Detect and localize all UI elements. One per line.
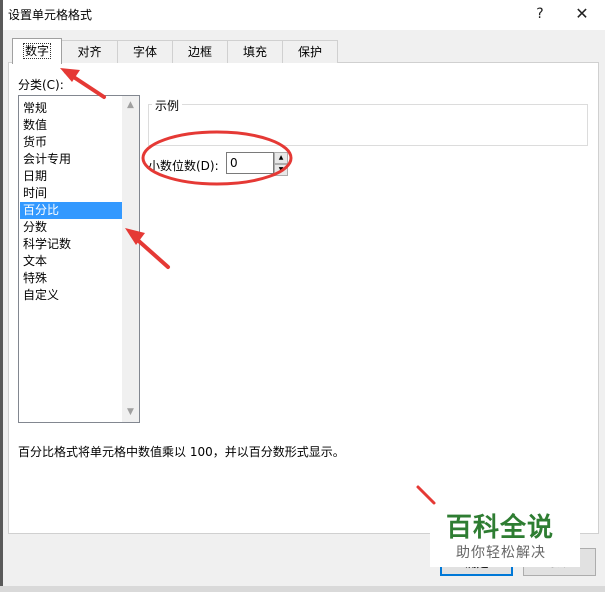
watermark-logo: 百科全说 助你轻松解决: [430, 505, 580, 567]
decimal-places-spinner[interactable]: ▲ ▼: [274, 152, 288, 176]
category-label: 分类(C):: [18, 78, 64, 92]
tab-fill[interactable]: 填充: [227, 40, 283, 63]
tab-border[interactable]: 边框: [172, 40, 228, 63]
decimal-places-input[interactable]: 0: [226, 152, 274, 174]
category-item[interactable]: 分数: [20, 219, 122, 236]
category-item[interactable]: 时间: [20, 185, 122, 202]
sample-label: 示例: [152, 97, 183, 114]
spin-down-icon[interactable]: ▼: [274, 164, 288, 176]
sample-box: [148, 104, 588, 146]
category-listbox[interactable]: 常规 数值 货币 会计专用 日期 时间 百分比 分数 科学记数 文本 特殊 自定义 ▲ ▼: [18, 95, 140, 423]
category-item[interactable]: 科学记数: [20, 236, 122, 253]
category-item[interactable]: 会计专用: [20, 151, 122, 168]
tab-font[interactable]: 字体: [117, 40, 173, 63]
spin-up-icon[interactable]: ▲: [274, 152, 288, 164]
watermark-main-text: 百科全说: [446, 513, 555, 543]
tab-protection[interactable]: 保护: [282, 40, 338, 63]
title-bar: 设置单元格格式 ? ✕: [3, 0, 605, 30]
background-edge: [0, 0, 3, 592]
category-item[interactable]: 常规: [20, 100, 122, 117]
tab-number[interactable]: 数字: [12, 38, 62, 64]
scroll-up-icon[interactable]: ▲: [122, 97, 139, 114]
category-item[interactable]: 百分比: [20, 202, 122, 219]
help-icon[interactable]: ?: [526, 3, 554, 25]
format-cells-dialog: 设置单元格格式 ? ✕ 数字 对齐 字体 边框 填充 保护 分类(C): 常规数…: [0, 0, 605, 592]
bottom-edge: [0, 586, 605, 592]
format-description: 百分比格式将单元格中数值乘以 100，并以百分数形式显示。: [18, 445, 345, 459]
category-item[interactable]: 数值: [20, 117, 122, 134]
close-icon[interactable]: ✕: [568, 3, 596, 25]
watermark-sub-text: 助你轻松解决: [456, 545, 546, 561]
category-scrollbar[interactable]: ▲ ▼: [122, 96, 139, 422]
category-list: 常规 数值 货币 会计专用 日期 时间 百分比 分数 科学记数 文本 特殊 自定义: [20, 100, 122, 304]
scroll-down-icon[interactable]: ▼: [122, 404, 139, 421]
category-item[interactable]: 日期: [20, 168, 122, 185]
decimal-places-label: 小数位数(D):: [148, 159, 219, 173]
category-item[interactable]: 货币: [20, 134, 122, 151]
category-item[interactable]: 特殊: [20, 270, 122, 287]
dialog-title: 设置单元格格式: [8, 8, 93, 22]
category-item[interactable]: 自定义: [20, 287, 122, 304]
tab-alignment[interactable]: 对齐: [61, 40, 118, 63]
tab-label: 数字: [22, 43, 52, 59]
category-item[interactable]: 文本: [20, 253, 122, 270]
